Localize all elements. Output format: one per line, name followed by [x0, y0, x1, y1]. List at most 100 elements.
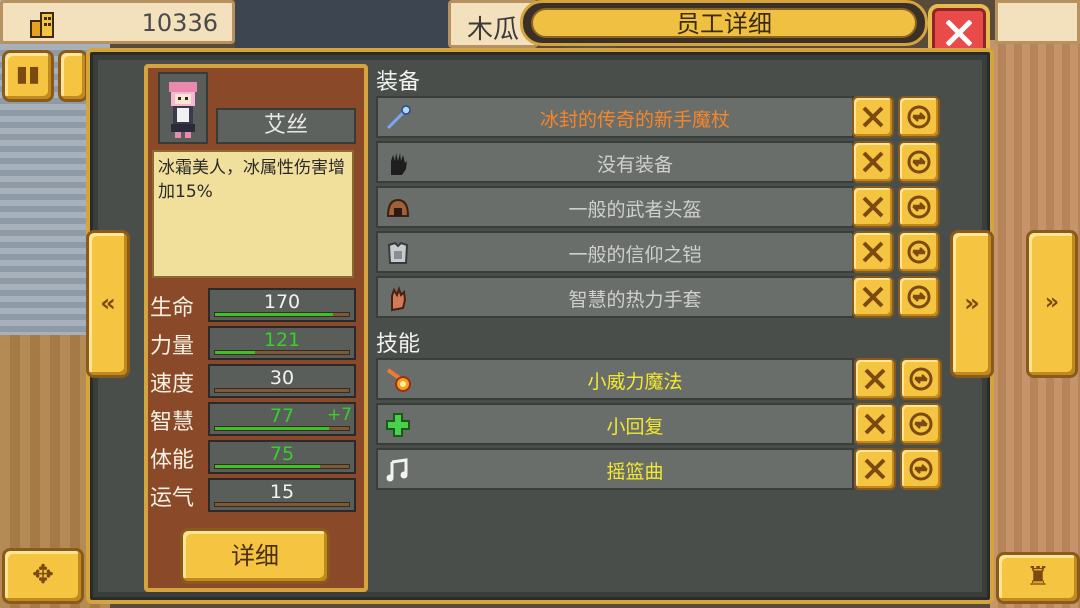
unequip-x-icon — [864, 413, 886, 435]
equipment-name-body: 一般的信仰之铠 — [568, 244, 702, 266]
stat-fill-hp — [215, 313, 333, 316]
swap-button[interactable] — [898, 231, 940, 273]
stat-bar-hp: 170 — [208, 288, 356, 322]
helmet-icon — [386, 198, 410, 217]
stat-label-luck: 运气 — [150, 486, 195, 511]
stat-value-speed: 30 — [269, 367, 295, 389]
skill-slot-2[interactable]: 小回复 — [376, 403, 854, 445]
swap-icon — [909, 367, 933, 391]
avatar — [158, 72, 208, 144]
unequip-x-icon — [864, 458, 886, 480]
stat-fill-strength — [215, 351, 256, 354]
fast-forward-icon: » — [1044, 290, 1060, 315]
character-sprite-icon — [169, 82, 197, 138]
castle-icon: ♜ — [1026, 562, 1050, 592]
equipment-name-gloves: 智慧的热力手套 — [568, 289, 702, 311]
equipment-slot-hand[interactable]: 没有装备 — [376, 141, 854, 183]
unequip-x-icon — [862, 241, 884, 263]
next-employee-button[interactable]: » — [950, 230, 994, 378]
rewind-icon: « — [100, 289, 116, 317]
money-display: 10336 — [0, 0, 235, 44]
stat-bar-wisdom: 77 +7 — [208, 402, 356, 436]
unequip-button[interactable] — [852, 186, 894, 228]
unequip-button[interactable] — [854, 448, 896, 490]
page-title: 员工详细 — [531, 8, 917, 38]
swap-icon — [907, 285, 931, 309]
tab-name-label: 木瓜 — [467, 15, 520, 45]
swap-icon — [907, 240, 931, 264]
stat-bar-luck: 15 — [208, 478, 356, 512]
swap-button[interactable] — [898, 141, 940, 183]
skill-slot-1[interactable]: 小威力魔法 — [376, 358, 854, 400]
equipment-slot-weapon[interactable]: 冰封的传奇的新手魔杖 — [376, 96, 854, 138]
prev-employee-button[interactable]: « — [86, 230, 130, 378]
unequip-x-icon — [862, 151, 884, 173]
unequip-button[interactable] — [852, 96, 894, 138]
character-description: 冰霜美人，冰属性伤害增加15% — [152, 150, 354, 278]
stat-value-hp: 170 — [263, 291, 301, 313]
unequip-button[interactable] — [854, 358, 896, 400]
swap-button[interactable] — [900, 403, 942, 445]
equipment-name-head: 一般的武者头盔 — [568, 199, 702, 221]
stat-fill-wisdom — [215, 427, 329, 430]
wand-icon — [386, 105, 411, 130]
stat-bar-strength: 121 — [208, 326, 356, 360]
stat-label-hp: 生命 — [150, 296, 195, 321]
equipment-slot-body[interactable]: 一般的信仰之铠 — [376, 231, 854, 273]
stat-bar-speed: 30 — [208, 364, 356, 398]
stat-label-wisdom: 智慧 — [150, 410, 195, 435]
money-value: 10336 — [141, 9, 218, 37]
stat-value-strength: 121 — [263, 329, 301, 351]
skill-slot-3[interactable]: 摇篮曲 — [376, 448, 854, 490]
unequip-button[interactable] — [854, 403, 896, 445]
stat-label-strength: 力量 — [150, 334, 195, 359]
fast-forward-icon: » — [964, 289, 980, 317]
swap-button[interactable] — [898, 276, 940, 318]
stat-bar-stamina: 75 — [208, 440, 356, 474]
skill-name-3: 摇篮曲 — [606, 461, 664, 483]
swap-button[interactable] — [898, 186, 940, 228]
background-sky — [235, 0, 660, 50]
equipment-name-weapon: 冰封的传奇的新手魔杖 — [539, 109, 730, 131]
stat-bonus-wisdom: +7 — [326, 405, 352, 425]
unequip-button[interactable] — [852, 276, 894, 318]
title-banner: 员工详细 — [520, 0, 928, 46]
swap-icon — [907, 195, 931, 219]
close-icon — [946, 20, 972, 46]
gauntlet-icon — [391, 285, 407, 312]
swap-icon — [907, 105, 931, 129]
unequip-x-icon — [862, 286, 884, 308]
move-button[interactable]: ✥ — [2, 548, 84, 604]
stat-value-luck: 15 — [269, 481, 295, 503]
equipment-slot-gloves[interactable]: 智慧的热力手套 — [376, 276, 854, 318]
stat-fill-stamina — [215, 465, 320, 468]
pause-icon: ▮▮ — [15, 62, 41, 87]
unequip-button[interactable] — [852, 141, 894, 183]
equipment-title: 装备 — [376, 70, 421, 95]
building-icon — [30, 12, 54, 38]
pause-button[interactable]: ▮▮ — [2, 50, 54, 102]
stat-label-stamina: 体能 — [150, 448, 195, 473]
unequip-button[interactable] — [852, 231, 894, 273]
top-right-bar — [995, 0, 1080, 44]
skills-title: 技能 — [376, 332, 421, 357]
castle-button[interactable]: ♜ — [996, 552, 1080, 604]
equipment-slot-head[interactable]: 一般的武者头盔 — [376, 186, 854, 228]
swap-button[interactable] — [900, 448, 942, 490]
glove-slot-icon — [391, 153, 407, 175]
fireball-icon — [386, 368, 411, 392]
unequip-x-icon — [864, 368, 886, 390]
swap-button[interactable] — [900, 358, 942, 400]
settings-button[interactable] — [58, 50, 88, 102]
equipment-name-hand: 没有装备 — [596, 154, 673, 176]
outer-next-button[interactable]: » — [1026, 230, 1078, 378]
character-name: 艾丝 — [216, 108, 356, 144]
stat-label-speed: 速度 — [150, 372, 195, 397]
heal-cross-icon — [386, 413, 410, 437]
detail-button[interactable]: 详细 — [180, 528, 330, 584]
skill-name-1: 小威力魔法 — [587, 371, 683, 393]
armor-icon — [387, 241, 409, 264]
unequip-x-icon — [862, 106, 884, 128]
swap-button[interactable] — [898, 96, 940, 138]
skill-name-2: 小回复 — [606, 416, 664, 438]
